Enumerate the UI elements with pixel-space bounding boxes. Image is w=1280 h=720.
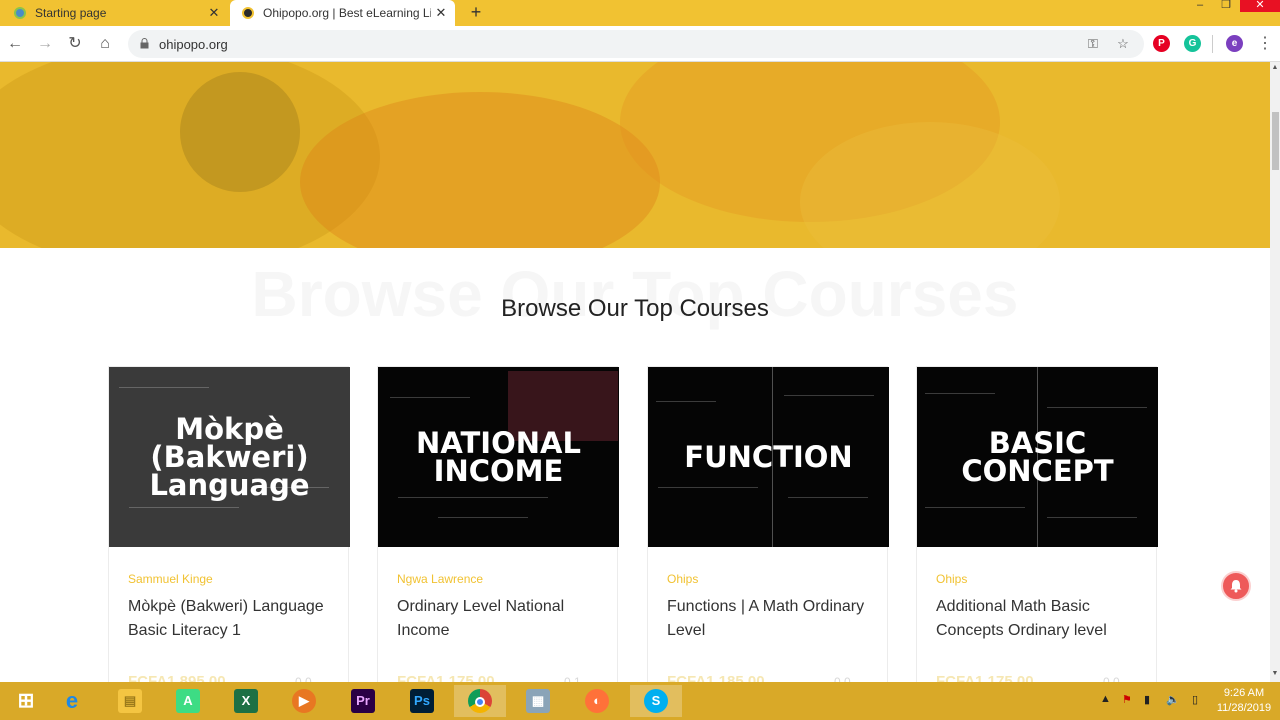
maximize-icon[interactable]: ❐ <box>1214 0 1238 12</box>
window-close-icon[interactable]: ✕ <box>1240 0 1280 12</box>
home-icon[interactable]: ⌂ <box>94 33 116 55</box>
reload-icon[interactable]: ↻ <box>64 33 86 55</box>
taskbar-excel[interactable]: X <box>220 685 272 717</box>
taskbar-premiere[interactable]: Pr <box>337 685 389 717</box>
course-author[interactable]: Ngwa Lawrence <box>397 572 483 586</box>
toolbar-divider <box>1212 35 1213 53</box>
chrome-icon <box>468 689 492 713</box>
key-icon[interactable]: ⚿ <box>1084 35 1102 53</box>
page-scrollbar[interactable]: ▲ ▼ <box>1270 62 1280 682</box>
internet-explorer-icon: e <box>65 688 79 713</box>
media-player-icon: ▶ <box>292 689 316 713</box>
grammarly-extension-icon[interactable]: G <box>1184 35 1201 52</box>
taskbar-skype[interactable]: S <box>630 685 682 717</box>
scrollbar-thumb[interactable] <box>1272 112 1279 170</box>
course-thumbnail[interactable]: BASIC CONCEPT <box>917 367 1158 547</box>
course-thumbnail[interactable]: NATIONAL INCOME <box>378 367 619 547</box>
bookmark-star-icon[interactable]: ☆ <box>1114 35 1132 53</box>
thumbnail-title: FUNCTION <box>684 440 853 474</box>
ohipopo-favicon-icon <box>242 7 254 19</box>
tab-close-icon[interactable]: ✕ <box>431 5 451 21</box>
lock-icon <box>140 38 149 49</box>
course-counts: 0 0 <box>834 675 851 682</box>
windows-taskbar: ⊞ e ▤ A X ▶ Pr Ps ▦ ◐ S ▲ ⚑ ▮ 🔈 ▯ 9:26 A… <box>0 682 1280 720</box>
minimize-icon[interactable]: – <box>1188 0 1212 12</box>
tray-flag-icon[interactable]: ⚑ <box>1122 693 1132 706</box>
course-card[interactable]: FUNCTION Ohips Functions | A Math Ordina… <box>647 366 889 682</box>
tab-title: Starting page <box>35 6 107 20</box>
course-card[interactable]: Mòkpè (Bakweri) Language Sammuel Kinge M… <box>108 366 350 682</box>
thumbnail-title: Mòkpè (Bakweri) Language <box>149 412 310 502</box>
course-author[interactable]: Sammuel Kinge <box>128 572 213 586</box>
taskbar-photoshop[interactable]: Ps <box>396 685 448 717</box>
notification-bell-icon[interactable] <box>1221 571 1251 601</box>
network-icon[interactable]: ▮ <box>1144 693 1150 706</box>
course-price: FCFA1,175.00 <box>397 673 495 682</box>
course-author[interactable]: Ohips <box>667 572 698 586</box>
calculator-icon: ▦ <box>526 689 550 713</box>
volume-icon[interactable]: 🔈 <box>1166 693 1180 706</box>
taskbar-media-player[interactable]: ▶ <box>278 685 330 717</box>
page-viewport: Browse Our Top Courses Browse Our Top Co… <box>0 62 1270 682</box>
scroll-up-icon[interactable]: ▲ <box>1271 64 1279 71</box>
profile-avatar[interactable]: e <box>1226 35 1243 52</box>
course-author[interactable]: Ohips <box>936 572 967 586</box>
taskbar-firefox[interactable]: ◐ <box>571 685 623 717</box>
taskbar-chrome[interactable] <box>454 685 506 717</box>
hero-banner <box>0 62 1270 248</box>
course-title[interactable]: Additional Math Basic Concepts Ordinary … <box>936 595 1141 643</box>
battery-icon[interactable]: ▯ <box>1192 693 1198 706</box>
browser-toolbar: ← → ↻ ⌂ ohipopo.org ⚿ ☆ P G e ⋮ <box>0 26 1280 62</box>
course-card[interactable]: NATIONAL INCOME Ngwa Lawrence Ordinary L… <box>377 366 619 682</box>
tray-expand-icon[interactable]: ▲ <box>1100 693 1111 705</box>
premiere-icon: Pr <box>351 689 375 713</box>
url-text[interactable]: ohipopo.org <box>159 37 228 52</box>
taskbar-android-studio[interactable]: A <box>162 685 214 717</box>
course-title[interactable]: Mòkpè (Bakweri) Language Basic Literacy … <box>128 595 333 643</box>
course-thumbnail[interactable]: FUNCTION <box>648 367 889 547</box>
course-counts: 0 0 <box>1103 675 1120 682</box>
section-title: Browse Our Top Courses <box>501 295 769 322</box>
tab-title: Ohipopo.org | Best eLearning Lib <box>263 6 431 20</box>
taskbar-calculator[interactable]: ▦ <box>512 685 564 717</box>
tab-starting-page[interactable]: Starting page ✕ <box>0 0 228 26</box>
course-card[interactable]: BASIC CONCEPT Ohips Additional Math Basi… <box>916 366 1158 682</box>
folder-icon: ▤ <box>118 689 142 713</box>
course-counts: 0 0 <box>295 675 312 682</box>
course-title[interactable]: Functions | A Math Ordinary Level <box>667 595 872 643</box>
system-clock[interactable]: 9:26 AM 11/28/2019 <box>1214 686 1274 716</box>
tab-strip: Starting page ✕ Ohipopo.org | Best eLear… <box>0 0 1280 26</box>
forward-arrow-icon[interactable]: → <box>34 33 56 55</box>
address-bar[interactable]: ohipopo.org ⚿ ☆ <box>128 30 1144 58</box>
start-button[interactable]: ⊞ <box>0 685 52 717</box>
excel-icon: X <box>234 689 258 713</box>
back-arrow-icon[interactable]: ← <box>4 33 26 55</box>
course-thumbnail[interactable]: Mòkpè (Bakweri) Language <box>109 367 350 547</box>
course-title[interactable]: Ordinary Level National Income <box>397 595 602 643</box>
firefox-icon: ◐ <box>585 689 609 713</box>
starting-page-favicon-icon <box>14 7 26 19</box>
skype-icon: S <box>644 689 668 713</box>
taskbar-file-explorer[interactable]: ▤ <box>104 685 156 717</box>
thumbnail-title: BASIC CONCEPT <box>961 426 1114 488</box>
android-icon: A <box>176 689 200 713</box>
course-price: FCFA1,175.00 <box>936 673 1034 682</box>
course-price: FCFA1,895.00 <box>128 673 226 682</box>
tab-ohipopo[interactable]: Ohipopo.org | Best eLearning Lib ✕ <box>230 0 455 26</box>
taskbar-internet-explorer[interactable]: e <box>46 685 98 717</box>
clock-date: 11/28/2019 <box>1216 702 1272 714</box>
course-price: FCFA1,185.00 <box>667 673 765 682</box>
pinterest-extension-icon[interactable]: P <box>1153 35 1170 52</box>
photoshop-icon: Ps <box>410 689 434 713</box>
clock-time: 9:26 AM <box>1223 687 1265 699</box>
thumbnail-title: NATIONAL INCOME <box>416 426 581 488</box>
scroll-down-icon[interactable]: ▼ <box>1271 670 1279 677</box>
menu-kebab-icon[interactable]: ⋮ <box>1254 33 1276 55</box>
new-tab-button[interactable]: + <box>466 2 486 22</box>
windows-logo-icon: ⊞ <box>17 690 35 712</box>
course-counts: 0 1 <box>564 675 581 682</box>
tab-close-icon[interactable]: ✕ <box>204 5 224 21</box>
